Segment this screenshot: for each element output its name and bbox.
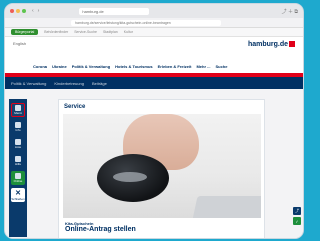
site-header: English hamburg.de bbox=[5, 37, 303, 59]
site-logo[interactable]: hamburg.de bbox=[248, 41, 295, 48]
card-headline[interactable]: Online-Antrag stellen bbox=[65, 226, 136, 233]
share-icon[interactable]: ⤴ bbox=[293, 207, 301, 215]
minimize-window-icon[interactable] bbox=[16, 9, 20, 13]
page-content: Menü Info Liste Hilfe Online ✕ Schließen bbox=[5, 99, 303, 238]
bookmark-item[interactable]: Bürgerportal bbox=[11, 29, 39, 35]
nav-item-hotels[interactable]: Hotels & Tourismus bbox=[115, 64, 153, 69]
bookmark-item[interactable]: Stadtplan bbox=[103, 30, 118, 34]
zoom-window-icon[interactable] bbox=[22, 9, 26, 13]
check-icon[interactable]: ✓ bbox=[293, 217, 301, 225]
nav-item-politik[interactable]: Politik & Verwaltung bbox=[72, 64, 110, 69]
logo-text: hamburg.de bbox=[247, 41, 288, 48]
keyboard-image bbox=[192, 196, 261, 218]
nav-item-mehr[interactable]: Mehr ... bbox=[196, 64, 210, 69]
forward-button[interactable]: › bbox=[38, 8, 40, 14]
nav-item-erleben[interactable]: Erleben & Freizeit bbox=[158, 64, 192, 69]
breadcrumb-item[interactable]: Beiträge bbox=[92, 81, 107, 86]
browser-toolbar-icons[interactable]: ⤴ ＋ ⧉ bbox=[282, 8, 298, 15]
sidebar-item-list[interactable]: Liste bbox=[11, 137, 25, 151]
browser-titlebar: ‹ › hamburg.de ⤴ ＋ ⧉ bbox=[5, 4, 303, 18]
main-navigation: Corona Ukraine Politik & Verwaltung Hote… bbox=[5, 59, 303, 73]
sidebar-close-button[interactable]: ✕ Schließen bbox=[11, 188, 25, 202]
nav-item-ukraine[interactable]: Ukraine bbox=[52, 64, 67, 69]
language-switch[interactable]: English bbox=[13, 41, 26, 46]
bookmark-item[interactable]: Kultur bbox=[124, 30, 133, 34]
card-caption: Kita-Gutschein Online-Antrag stellen bbox=[65, 221, 136, 233]
sidebar-item-menu[interactable]: Menü bbox=[11, 103, 25, 117]
sidebar-item-label: Schließen bbox=[11, 197, 25, 201]
breadcrumb: Politik & Verwaltung Kinderbetreuung Bei… bbox=[5, 77, 303, 89]
floating-tools: ⤴ ✓ bbox=[293, 207, 301, 225]
bookmark-item[interactable]: Behördenfinder bbox=[44, 30, 68, 34]
sidebar-item-label: Menü bbox=[14, 111, 22, 115]
sidebar-item-online[interactable]: Online bbox=[11, 171, 25, 185]
quick-sidebar: Menü Info Liste Hilfe Online ✕ Schließen bbox=[9, 99, 27, 237]
close-icon: ✕ bbox=[15, 190, 21, 197]
logo-mark-icon bbox=[289, 41, 295, 48]
nav-item-corona[interactable]: Corona bbox=[33, 64, 47, 69]
browser-window: ‹ › hamburg.de ⤴ ＋ ⧉ hamburg.de/service/… bbox=[4, 3, 304, 239]
sidebar-item-label: Hilfe bbox=[14, 162, 21, 166]
mouse-highlight bbox=[113, 172, 147, 182]
address-bar[interactable]: hamburg.de/service/leistung/kita-gutsche… bbox=[71, 19, 221, 26]
service-card[interactable]: Service Kita-Gutschein Online-Antrag ste… bbox=[58, 99, 265, 238]
close-window-icon[interactable] bbox=[10, 9, 14, 13]
browser-tab[interactable]: hamburg.de bbox=[79, 7, 150, 15]
card-title: Service bbox=[64, 104, 86, 110]
breadcrumb-item[interactable]: Politik & Verwaltung bbox=[11, 81, 46, 86]
sidebar-item-help[interactable]: Hilfe bbox=[11, 154, 25, 168]
sidebar-item-info[interactable]: Info bbox=[11, 120, 25, 134]
sidebar-item-label: Info bbox=[15, 128, 21, 132]
nav-item-suche[interactable]: Suche bbox=[215, 64, 227, 69]
breadcrumb-item[interactable]: Kinderbetreuung bbox=[54, 81, 84, 86]
hand-on-mouse-photo bbox=[63, 114, 261, 218]
bookmarks-bar: Bürgerportal Behördenfinder Service-Such… bbox=[5, 28, 303, 37]
address-bar-row: hamburg.de/service/leistung/kita-gutsche… bbox=[5, 18, 303, 28]
sidebar-item-label: Online bbox=[13, 179, 23, 183]
back-button[interactable]: ‹ bbox=[32, 8, 34, 14]
bookmark-item[interactable]: Service-Suche bbox=[74, 30, 97, 34]
sidebar-item-label: Liste bbox=[14, 145, 22, 149]
